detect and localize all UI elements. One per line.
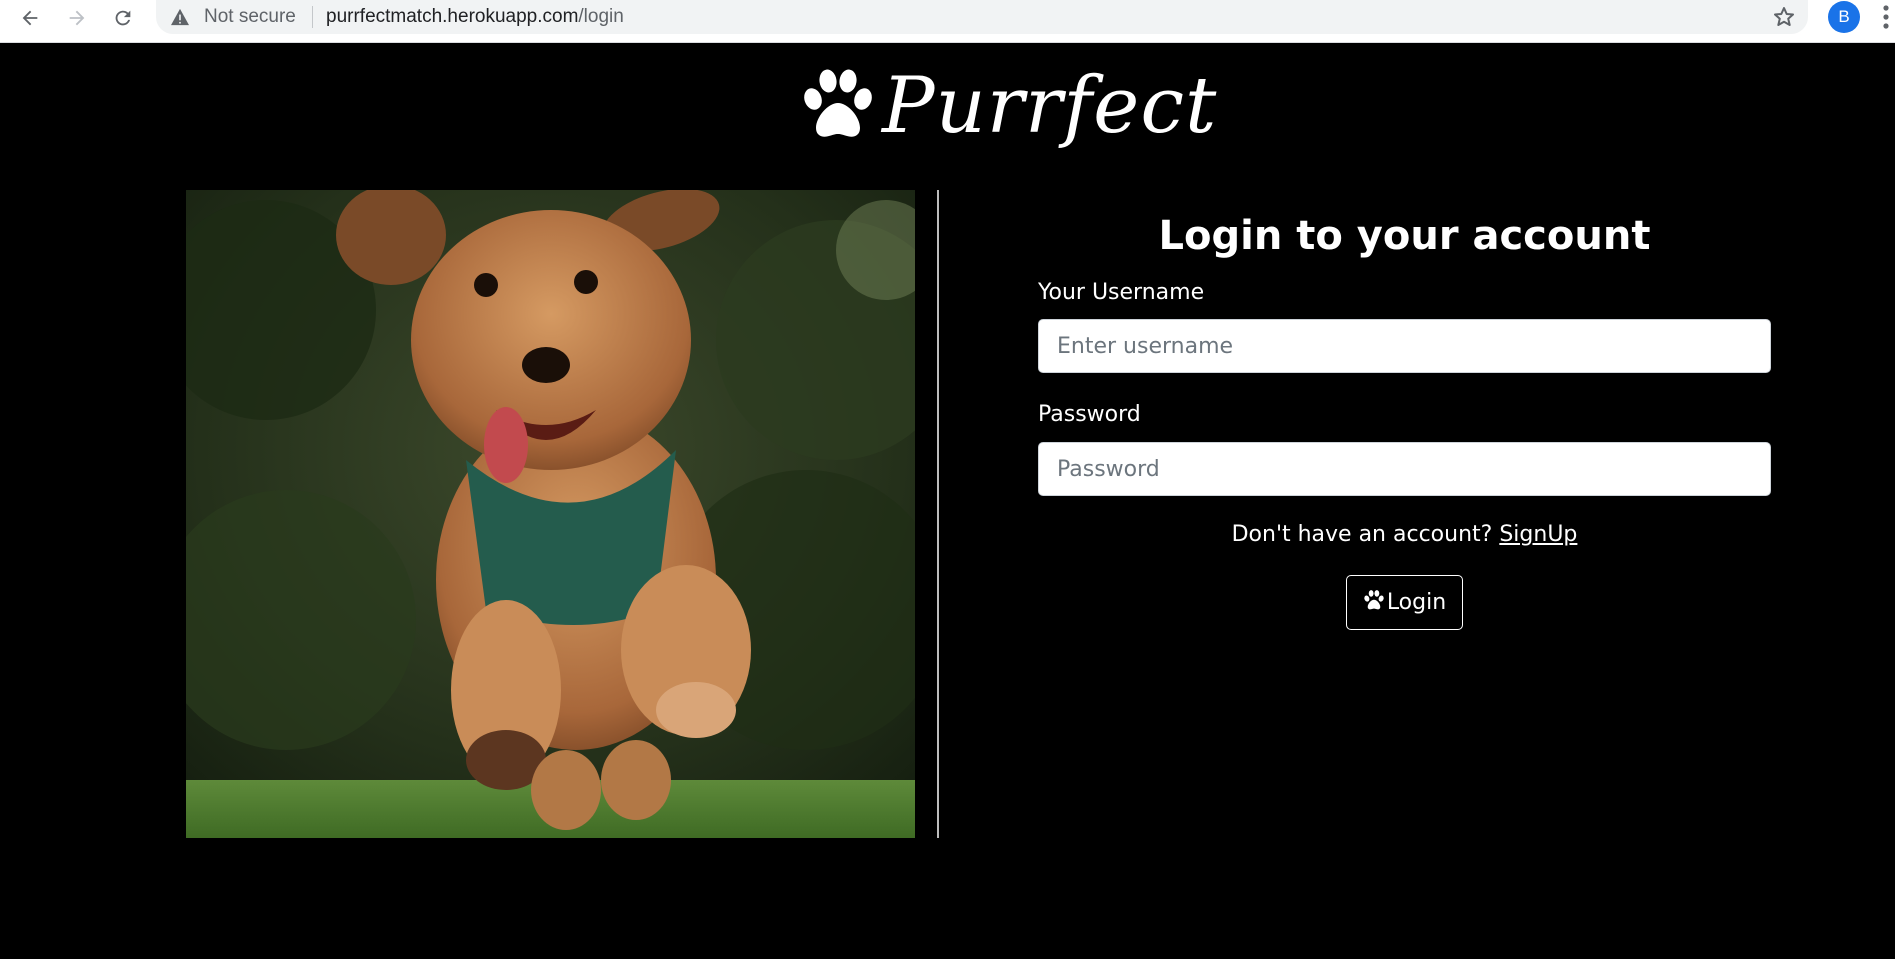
address-bar[interactable]: Not secure purrfectmatch.herokuapp.com/l… <box>156 0 1808 34</box>
browser-toolbar: Not secure purrfectmatch.herokuapp.com/l… <box>0 0 1895 43</box>
vertical-divider <box>937 190 939 838</box>
login-button[interactable]: Login <box>1346 575 1463 630</box>
profile-avatar[interactable]: B <box>1828 1 1860 33</box>
address-divider <box>312 6 313 28</box>
password-label: Password <box>1038 402 1141 427</box>
page-title: Login to your account <box>1158 213 1651 259</box>
site-logo[interactable]: Purrfect <box>800 58 1217 154</box>
signup-prompt-row: Don't have an account? SignUp <box>1038 522 1771 547</box>
forward-arrow-icon[interactable] <box>62 3 92 33</box>
username-input[interactable] <box>1038 319 1771 373</box>
paw-icon <box>800 69 876 143</box>
login-button-label: Login <box>1386 590 1447 615</box>
username-label: Your Username <box>1038 280 1205 305</box>
signup-link[interactable]: SignUp <box>1499 522 1577 547</box>
password-input[interactable] <box>1038 442 1771 496</box>
hero-dog-image <box>186 190 915 838</box>
security-label[interactable]: Not secure <box>204 6 296 28</box>
url-path: /login <box>578 6 624 27</box>
url-text[interactable]: purrfectmatch.herokuapp.com/login <box>326 6 624 28</box>
star-icon[interactable] <box>1772 5 1796 33</box>
paw-icon <box>1363 589 1385 616</box>
signup-prompt-text: Don't have an account? <box>1231 522 1493 547</box>
url-host: purrfectmatch.herokuapp.com <box>326 6 579 27</box>
back-arrow-icon[interactable] <box>15 3 45 33</box>
logo-text: Purrfect <box>882 61 1218 151</box>
reload-icon[interactable] <box>108 3 138 33</box>
more-vert-icon[interactable] <box>1882 4 1890 34</box>
warning-icon <box>170 8 190 30</box>
